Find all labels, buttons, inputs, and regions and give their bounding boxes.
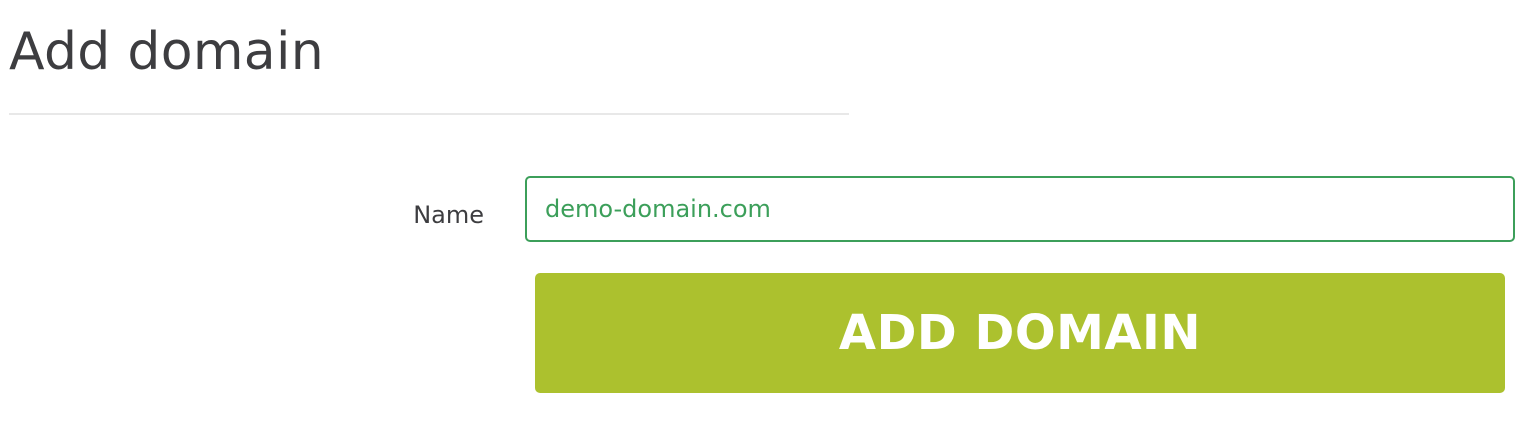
name-form-row: Name bbox=[0, 176, 1538, 242]
add-domain-button[interactable]: ADD DOMAIN bbox=[535, 273, 1505, 393]
title-divider bbox=[9, 113, 849, 115]
page-title: Add domain bbox=[9, 22, 324, 82]
name-input[interactable] bbox=[525, 176, 1515, 242]
name-label: Name bbox=[413, 201, 484, 229]
